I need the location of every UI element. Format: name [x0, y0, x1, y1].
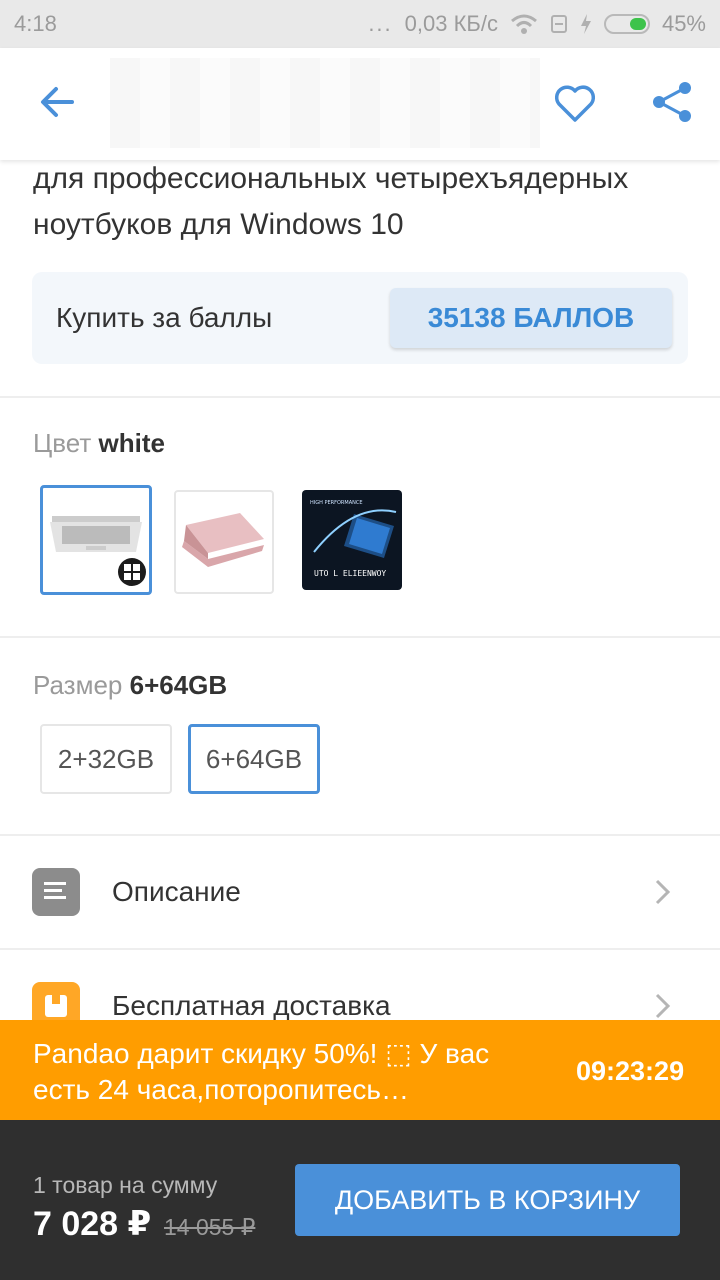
- thumb-tagline: HIGH PERFORMANCE: [310, 500, 363, 506]
- status-dots: ...: [368, 11, 393, 36]
- network-speed: 0,03 КБ/с: [404, 11, 498, 36]
- laptop-pink-image: [182, 513, 264, 567]
- top-app-bar: [0, 48, 720, 160]
- size-value: 6+64GB: [129, 670, 228, 700]
- free-shipping-label: Бесплатная доставка: [112, 990, 391, 1021]
- charging-icon: [580, 14, 591, 34]
- wifi-icon: [510, 14, 537, 34]
- color-option-pink[interactable]: [174, 490, 274, 594]
- sim-icon: [550, 15, 567, 33]
- battery-percent: 45%: [661, 11, 706, 36]
- laptop-white-image: [50, 516, 146, 586]
- size-label: Размер 6+64GB: [33, 670, 228, 700]
- add-to-cart-button[interactable]: ДОБАВИТЬ В КОРЗИНУ: [295, 1164, 680, 1236]
- thumb-brand: UTO L ELIEENWOY: [314, 569, 386, 578]
- description-icon: [32, 868, 80, 916]
- current-price: 7 028 ₽: [33, 1205, 152, 1243]
- status-time: 4:18: [14, 11, 57, 36]
- buy-with-points-label: Купить за баллы: [56, 302, 273, 333]
- points-button[interactable]: 35138 БАЛЛОВ: [390, 288, 672, 348]
- buy-with-points-card: Купить за баллы 35138 БАЛЛОВ: [32, 272, 688, 364]
- laptop-dark-image: HIGH PERFORMANCE UTO L ELIEENWOY: [304, 492, 400, 588]
- status-right: ... 0,03 КБ/с 45%: [368, 11, 706, 37]
- divider: [0, 636, 720, 638]
- description-row[interactable]: Описание: [0, 836, 720, 948]
- share-icon[interactable]: [648, 78, 696, 126]
- chevron-right-icon: [655, 993, 671, 1019]
- product-title: для профессиональных четырехъядерных ноу…: [33, 162, 629, 241]
- status-bar: 4:18 ... 0,03 КБ/с 45%: [0, 0, 720, 48]
- size-option-selected[interactable]: 6+64GB: [188, 724, 320, 794]
- color-option-dark[interactable]: HIGH PERFORMANCE UTO L ELIEENWOY: [302, 490, 402, 590]
- cart-sum-label: 1 товар на сумму: [33, 1172, 218, 1198]
- promo-timer: 09:23:29: [576, 1056, 685, 1086]
- bottom-purchase-bar: 1 товар на сумму 7 028 ₽ 14 055 ₽ ДОБАВИ…: [0, 1120, 720, 1280]
- favorite-heart-icon[interactable]: [552, 80, 598, 126]
- color-option-white[interactable]: [40, 485, 152, 595]
- header-image-ghost: [110, 58, 540, 148]
- size-option[interactable]: 2+32GB: [40, 724, 172, 794]
- description-label: Описание: [112, 876, 241, 907]
- color-value: white: [98, 428, 165, 458]
- color-label: Цвет white: [33, 428, 165, 458]
- battery-icon: [603, 14, 650, 34]
- promo-text: Pandao дарит скидку 50%! ⬚ У вас есть 24…: [33, 1038, 490, 1105]
- back-arrow-icon[interactable]: [36, 80, 80, 124]
- divider: [0, 396, 720, 398]
- chevron-right-icon: [655, 879, 671, 905]
- old-price: 14 055 ₽: [164, 1214, 256, 1240]
- promo-banner[interactable]: Pandao дарит скидку 50%! ⬚ У вас есть 24…: [0, 1020, 720, 1120]
